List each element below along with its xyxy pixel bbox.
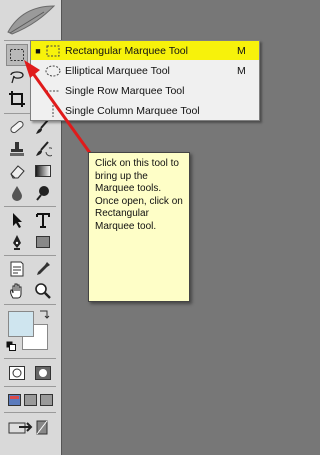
toolbar-divider [4, 255, 56, 256]
dodge-icon [36, 186, 49, 201]
history-brush-icon [36, 141, 52, 157]
quick-mask-mode-button[interactable] [32, 362, 54, 384]
menu-item-shortcut: M [237, 64, 246, 77]
clone-stamp-tool[interactable] [6, 138, 28, 160]
pen-icon [13, 235, 21, 250]
marquee-tools-flyout-menu: ■ Rectangular Marquee Tool M Elliptical … [30, 40, 260, 121]
toolbar-divider [4, 412, 56, 413]
lasso-tool[interactable] [6, 66, 28, 88]
notes-tool[interactable] [6, 258, 28, 280]
rectangle-shape-icon [36, 236, 50, 248]
menu-item-single-row-marquee[interactable]: Single Row Marquee Tool [31, 81, 259, 100]
eyedropper-tool[interactable] [32, 258, 54, 280]
bandage-icon [10, 120, 24, 134]
menu-item-rectangular-marquee[interactable]: ■ Rectangular Marquee Tool M [31, 41, 259, 60]
history-brush-tool[interactable] [32, 138, 54, 160]
hand-icon [10, 283, 22, 299]
imageready-icon [8, 420, 48, 435]
type-tool[interactable] [32, 209, 54, 231]
screen-mode-buttons[interactable] [4, 389, 56, 411]
dodge-tool[interactable] [32, 182, 54, 204]
toolbar-divider [4, 358, 56, 359]
standard-mode-icon [9, 366, 25, 380]
rectangular-marquee-tool[interactable] [6, 44, 28, 66]
gradient-tool[interactable] [32, 160, 54, 182]
menu-item-elliptical-marquee[interactable]: Elliptical Marquee Tool M [31, 61, 259, 80]
stamp-icon [10, 142, 24, 156]
toolbar-divider [4, 206, 56, 207]
rectangular-marquee-icon [45, 44, 61, 58]
menu-item-single-column-marquee[interactable]: Single Column Marquee Tool [31, 101, 259, 120]
selected-bullet-icon: ■ [35, 45, 41, 56]
menu-item-shortcut: M [237, 44, 246, 57]
swap-colors-icon[interactable] [38, 308, 50, 320]
menu-item-label: Rectangular Marquee Tool [65, 44, 188, 57]
blur-tool[interactable] [6, 182, 28, 204]
eraser-tool[interactable] [6, 160, 28, 182]
drop-icon [12, 186, 22, 201]
toolbar-divider [4, 304, 56, 305]
jump-to-imageready-button[interactable] [4, 416, 56, 438]
default-colors-icon[interactable] [6, 341, 16, 351]
gradient-icon [35, 165, 51, 177]
toolbar-divider [4, 386, 56, 387]
menu-item-label: Single Column Marquee Tool [65, 104, 200, 117]
zoom-tool[interactable] [32, 280, 54, 302]
quick-mask-icon [35, 366, 51, 380]
arrow-pointer-icon [13, 213, 22, 228]
pen-tool[interactable] [6, 231, 28, 253]
crop-icon [9, 91, 25, 107]
single-column-marquee-icon [45, 104, 61, 118]
hand-tool[interactable] [6, 280, 28, 302]
healing-brush-tool[interactable] [6, 116, 28, 138]
eyedropper-icon [37, 262, 50, 275]
standard-mode-button[interactable] [6, 362, 28, 384]
type-icon [36, 213, 50, 228]
instruction-callout-note: Click on this tool to bring up the Marqu… [88, 152, 190, 302]
menu-item-label: Elliptical Marquee Tool [65, 64, 170, 77]
note-icon [10, 261, 24, 277]
feather-logo-icon [7, 5, 56, 35]
rectangle-tool[interactable] [32, 231, 54, 253]
crop-tool[interactable] [6, 88, 28, 110]
path-selection-tool[interactable] [6, 209, 28, 231]
menu-item-label: Single Row Marquee Tool [65, 84, 185, 97]
elliptical-marquee-icon [45, 64, 61, 78]
magnifier-icon [35, 283, 51, 299]
eraser-icon [10, 165, 25, 179]
lasso-icon [10, 71, 24, 84]
foreground-color-swatch[interactable] [8, 311, 34, 337]
screen-mode-icon [8, 394, 53, 406]
single-row-marquee-icon [45, 84, 61, 98]
rectangular-marquee-icon [10, 49, 24, 61]
